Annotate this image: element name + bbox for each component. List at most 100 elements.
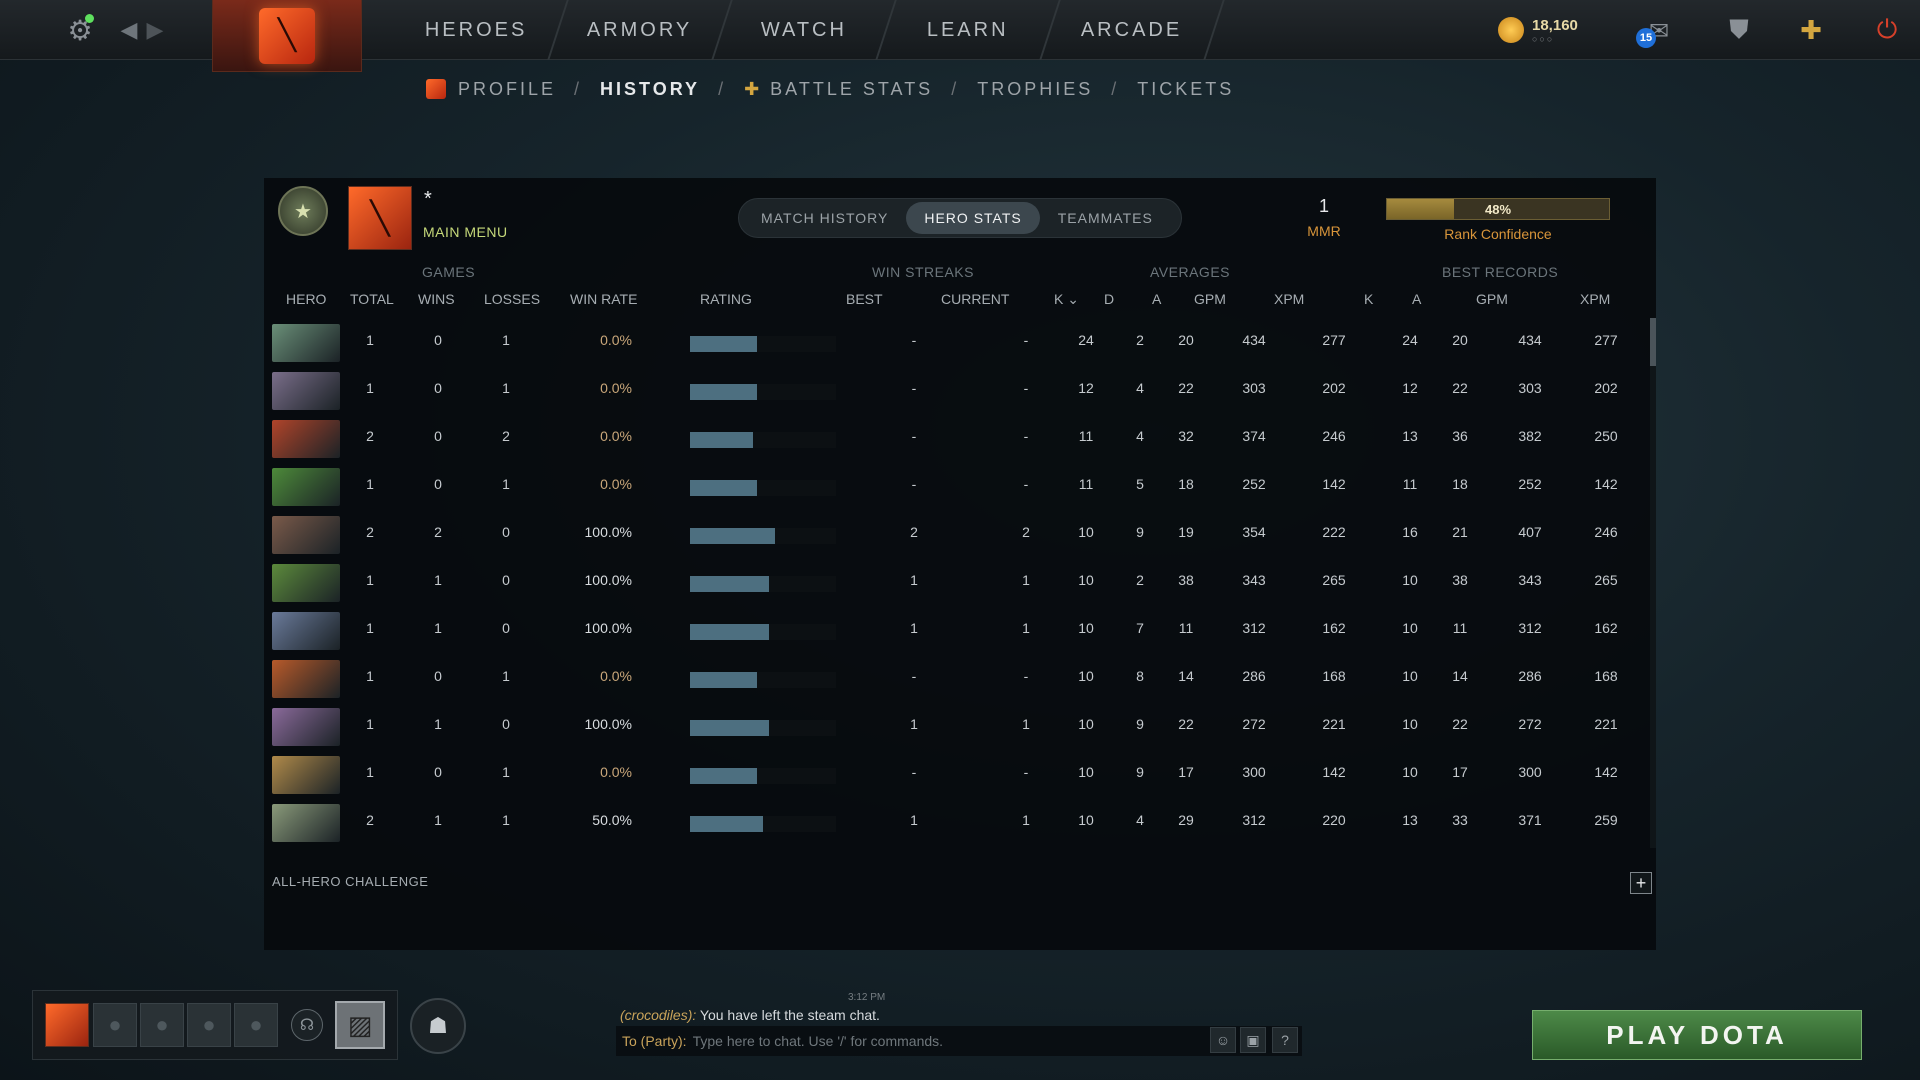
party-slot-empty[interactable]: ● xyxy=(140,1003,184,1047)
col-hero[interactable]: HERO xyxy=(286,291,326,307)
cell-bk: 10 xyxy=(1402,764,1418,780)
chat-input[interactable] xyxy=(692,1033,1193,1049)
tab-hero-stats[interactable]: HERO STATS xyxy=(906,202,1040,234)
friends-list-icon[interactable]: ☗ xyxy=(410,998,466,1054)
hero-portrait[interactable] xyxy=(272,468,340,506)
hero-portrait[interactable] xyxy=(272,756,340,794)
table-row[interactable]: 1 0 1 - - 12 4 22 303 202 12 22 303 202 0.0% xyxy=(264,366,1642,414)
table-row[interactable]: 1 0 1- -10 9 17 300 142 10 17 300 142 0.0% xyxy=(264,750,1642,798)
cell-losses: 0 xyxy=(502,572,510,588)
party-slot-empty[interactable]: ● xyxy=(93,1003,137,1047)
table-scrollbar[interactable] xyxy=(1650,318,1656,848)
hero-portrait[interactable] xyxy=(272,612,340,650)
col-win-rate[interactable]: WIN RATE xyxy=(570,291,637,307)
all-hero-challenge-label[interactable]: ALL-HERO CHALLENGE xyxy=(272,874,428,889)
hero-portrait[interactable] xyxy=(272,324,340,362)
col-rating[interactable]: RATING xyxy=(700,291,752,307)
hero-portrait[interactable] xyxy=(272,516,340,554)
cell-current: - xyxy=(1023,668,1029,684)
emoticon-icon[interactable]: ☺ xyxy=(1210,1027,1236,1053)
power-icon[interactable]: ⏻ xyxy=(1864,10,1910,50)
scrollbar-thumb[interactable] xyxy=(1650,318,1656,366)
dota-plus-badge-icon[interactable]: ▨ xyxy=(335,1001,385,1049)
dota-plus-icon[interactable]: ✚ xyxy=(1790,10,1832,50)
table-row[interactable]: 1 1 0 1 1 10 7 11 312 162 10 11 312 162 100.0% xyxy=(264,606,1642,654)
col-best-xpm[interactable]: XPM xyxy=(1580,291,1610,307)
cell-bgpm: 272 xyxy=(1518,716,1542,732)
col-avg-deaths[interactable]: D xyxy=(1104,291,1114,307)
col-avg-xpm[interactable]: XPM xyxy=(1274,291,1304,307)
shard-currency[interactable]: 18,160 ○○○ xyxy=(1498,14,1598,46)
cell-k: 12 xyxy=(1078,380,1094,396)
hero-portrait[interactable] xyxy=(272,660,340,698)
table-row[interactable]: 2 0 2 - - 11 4 32 374 246 13 36 382 250 0.0% xyxy=(264,414,1642,462)
col-best-gpm[interactable]: GPM xyxy=(1476,291,1508,307)
subnav-trophies[interactable]: TROPHIES xyxy=(977,79,1093,100)
cell-bgpm: 252 xyxy=(1518,476,1542,492)
table-row[interactable]: 1 0 1 - - 24 2 20 434 277 24 20 434 277 0.0% xyxy=(264,318,1642,366)
rating-bar xyxy=(690,720,836,736)
col-avg-kills[interactable]: K ⌄ xyxy=(1054,291,1079,308)
subnav-history[interactable]: HISTORY xyxy=(600,79,700,100)
cell-d: 4 xyxy=(1136,380,1144,396)
subnav-profile[interactable]: PROFILE xyxy=(458,79,556,100)
table-row[interactable]: 1 1 0 1 1 10 2 38 343 265 10 38 343 265 100.0% xyxy=(264,558,1642,606)
col-avg-gpm[interactable]: GPM xyxy=(1194,291,1226,307)
mmr-display: 1 MMR xyxy=(1284,196,1364,239)
hero-portrait[interactable] xyxy=(272,804,340,842)
cell-k: 10 xyxy=(1078,716,1094,732)
settings-gear-icon[interactable]: ⚙ xyxy=(60,10,100,50)
nav-armory[interactable]: ARMORY xyxy=(549,0,733,60)
col-best-kills[interactable]: K xyxy=(1364,291,1373,307)
hero-portrait[interactable] xyxy=(272,564,340,602)
play-dota-button[interactable]: PLAY DOTA xyxy=(1532,1010,1862,1060)
party-slot-empty[interactable]: ● xyxy=(187,1003,231,1047)
forward-arrow-icon[interactable]: ▶ xyxy=(144,12,166,48)
col-best-assists[interactable]: A xyxy=(1412,291,1421,307)
expand-plus-button[interactable]: + xyxy=(1630,872,1652,894)
hero-portrait[interactable] xyxy=(272,420,340,458)
chat-settings-icon[interactable]: ▣ xyxy=(1240,1027,1266,1053)
main-menu-link[interactable]: MAIN MENU xyxy=(423,224,508,240)
hero-portrait[interactable] xyxy=(272,372,340,410)
online-status-dot xyxy=(85,14,94,23)
col-avg-assists[interactable]: A xyxy=(1152,291,1161,307)
table-row[interactable]: 1 1 0 1 1 10 9 22 272 221 10 22 272 221 100.0% xyxy=(264,702,1642,750)
tab-match-history[interactable]: MATCH HISTORY xyxy=(743,202,906,234)
voice-chat-icon[interactable]: ☊ xyxy=(291,1009,323,1041)
nav-heroes[interactable]: HEROES xyxy=(385,0,569,60)
help-icon[interactable]: ? xyxy=(1272,1027,1298,1053)
subnav-battle-stats[interactable]: BATTLE STATS xyxy=(770,79,933,100)
hero-portrait[interactable] xyxy=(272,708,340,746)
cell-current: 1 xyxy=(1022,812,1030,828)
table-row[interactable]: 2 2 0 2 2 10 9 19 354 222 16 21 407 246 100.0% xyxy=(264,510,1642,558)
player-avatar[interactable]: ╲ xyxy=(348,186,412,250)
party-slot-empty[interactable]: ● xyxy=(234,1003,278,1047)
cell-wins: 0 xyxy=(434,428,442,444)
nav-learn[interactable]: LEARN xyxy=(877,0,1061,60)
col-losses[interactable]: LOSSES xyxy=(484,291,540,307)
player-name: * xyxy=(424,188,432,210)
tab-teammates[interactable]: TEAMMATES xyxy=(1040,202,1171,234)
table-row[interactable]: 2 1 1 1 1 10 4 29 312 220 13 33 371 259 50.0% xyxy=(264,798,1642,846)
party-self-avatar[interactable] xyxy=(45,1003,89,1047)
mail-icon[interactable]: ✉ 15 xyxy=(1634,14,1684,48)
table-row[interactable]: 1 0 1- -10 8 14 286 168 10 14 286 168 0.0% xyxy=(264,654,1642,702)
col-current-streak[interactable]: CURRENT xyxy=(941,291,1009,307)
nav-watch[interactable]: WATCH xyxy=(713,0,897,60)
cell-bk: 11 xyxy=(1402,476,1418,492)
armory-shield-icon[interactable]: ⛊ xyxy=(1718,12,1760,48)
subnav-tickets[interactable]: TICKETS xyxy=(1137,79,1234,100)
col-total[interactable]: TOTAL xyxy=(350,291,394,307)
cell-current: 1 xyxy=(1022,572,1030,588)
col-wins[interactable]: WINS xyxy=(418,291,455,307)
nav-arcade[interactable]: ARCADE xyxy=(1041,0,1225,60)
dota-logo-button[interactable]: ╲ xyxy=(212,0,362,72)
col-best-streak[interactable]: BEST xyxy=(846,291,883,307)
cell-bk: 13 xyxy=(1402,812,1418,828)
table-row[interactable]: 1 0 1 - - 11 5 18 252 142 11 18 252 142 0.0% xyxy=(264,462,1642,510)
back-arrow-icon[interactable]: ◀ xyxy=(118,12,140,48)
cell-current: 2 xyxy=(1022,524,1030,540)
chat-channel[interactable]: To (Party): xyxy=(622,1033,687,1049)
subnav-separator: / xyxy=(574,78,583,99)
